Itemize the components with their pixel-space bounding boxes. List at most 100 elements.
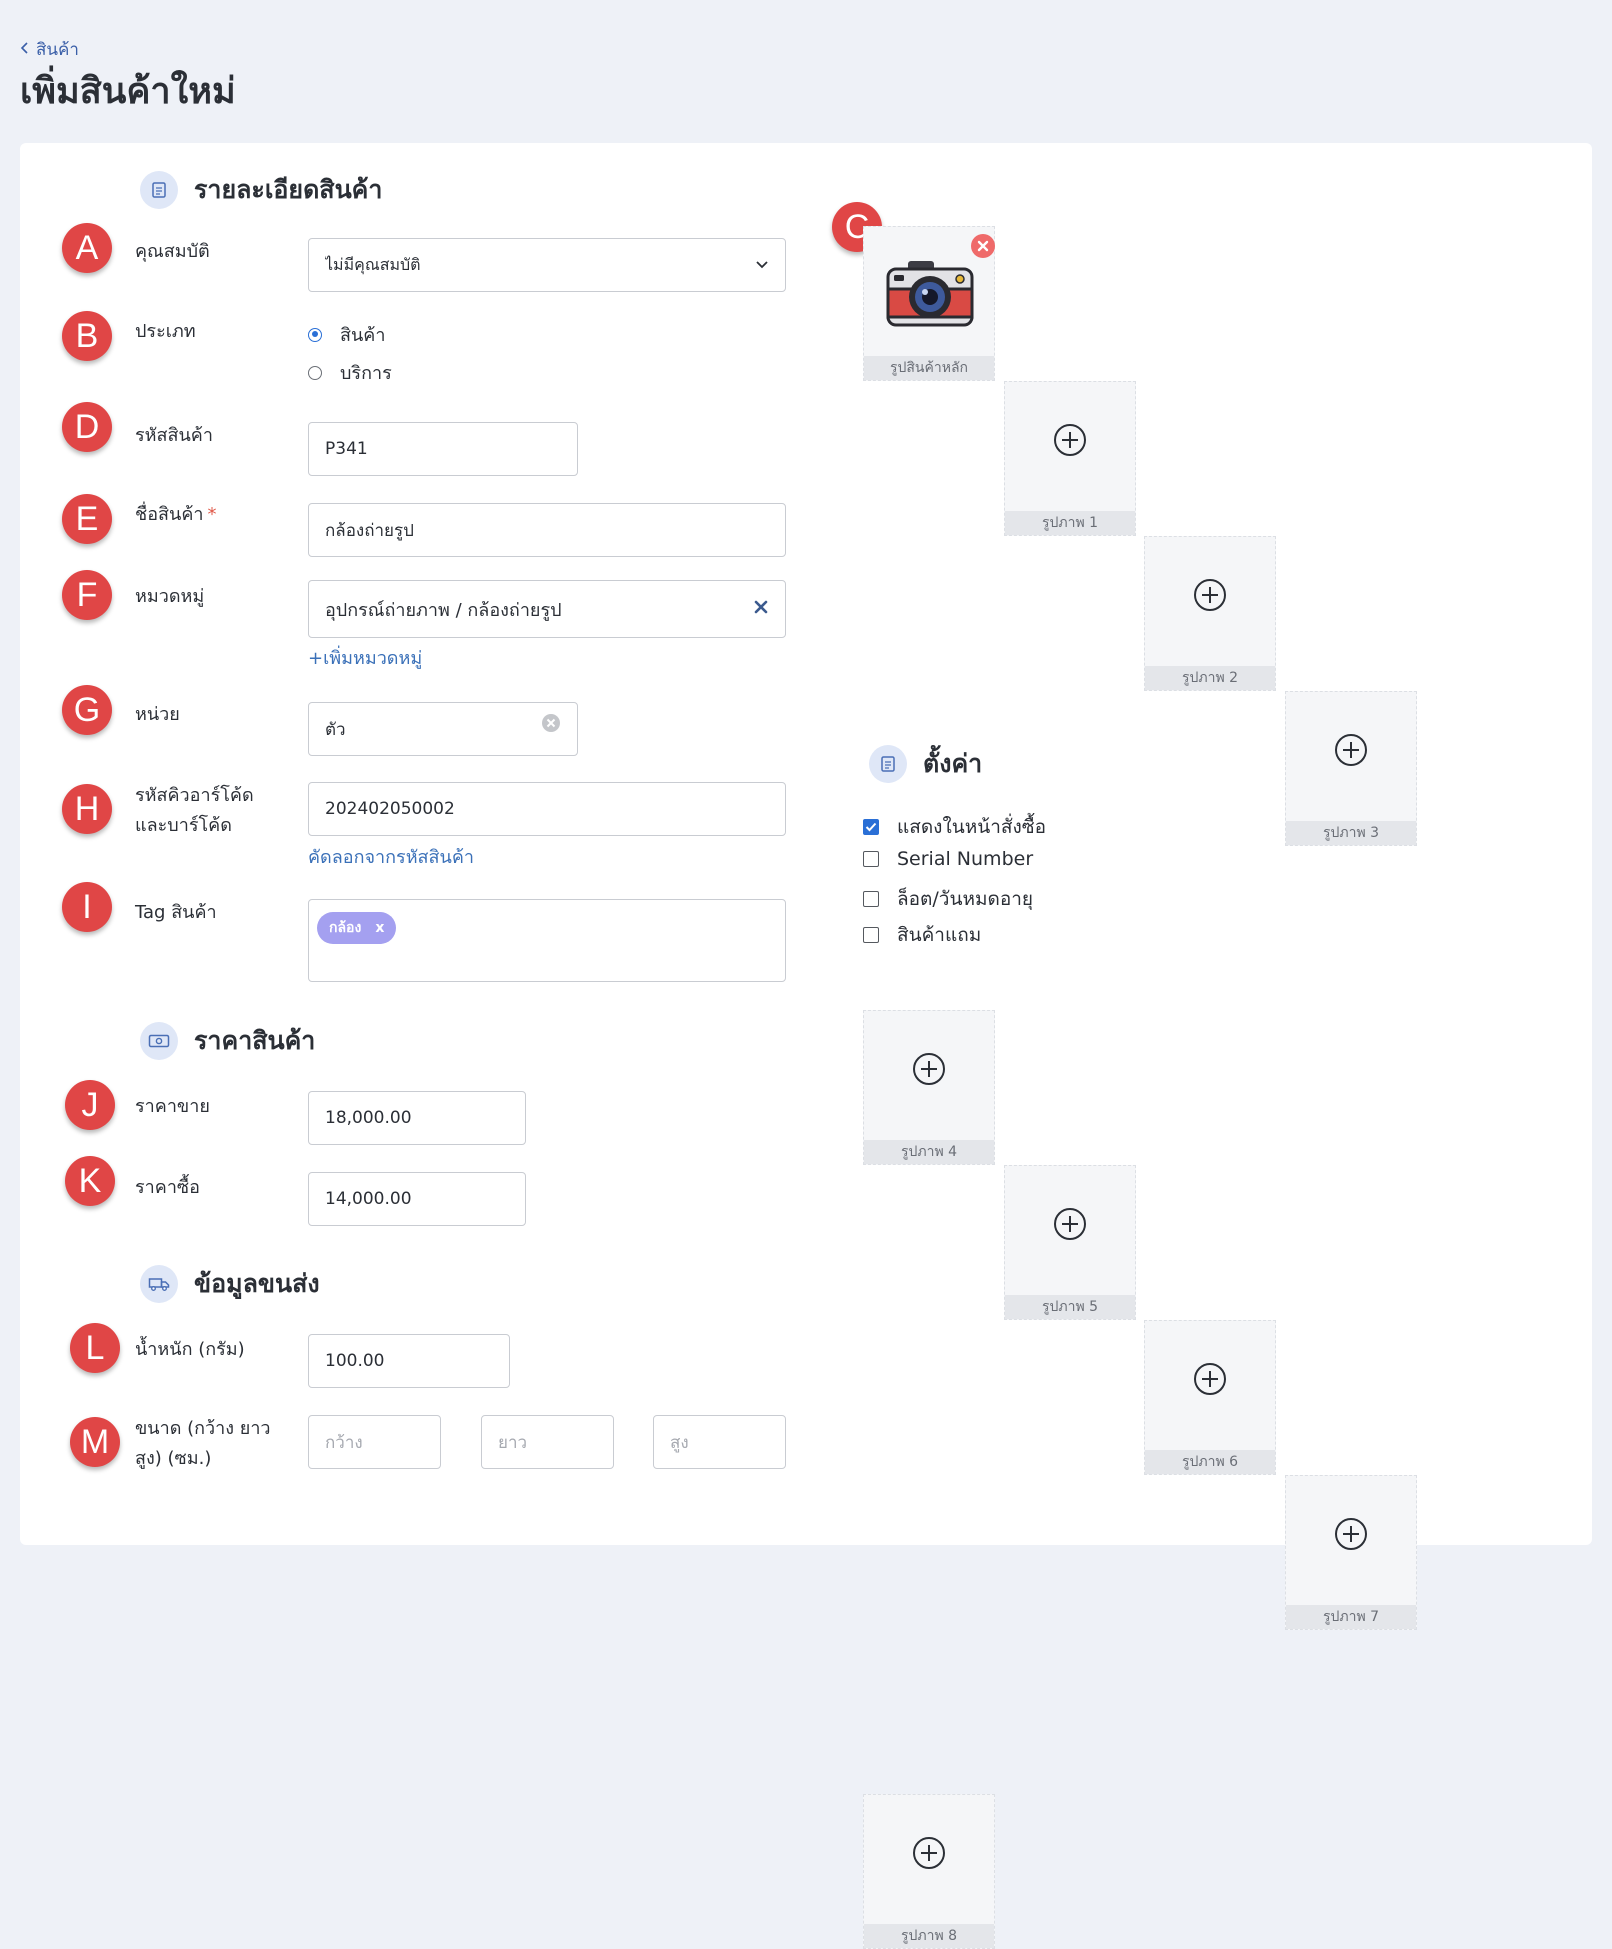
clear-circle-icon[interactable] [541,713,561,738]
barcode-input[interactable]: 202402050002 [308,782,786,836]
tag-chip-label: กล้อง [329,920,362,936]
sell-price-value: 18,000.00 [325,1108,412,1128]
section-shipping-header: ข้อมูลขนส่ง [140,1264,320,1304]
clear-icon[interactable] [753,599,769,620]
tags-label: Tag สินค้า [135,902,217,923]
unit-input-value: ตัว [325,719,346,740]
code-input-value: P341 [325,439,368,459]
type-option-service[interactable]: บริการ [308,358,392,387]
image-slot-6[interactable]: รูปภาพ 6 [1144,1320,1276,1475]
marker-k: K [65,1156,115,1206]
attribute-select[interactable]: ไม่มีคุณสมบัติ [308,238,786,292]
setting-label: แสดงในหน้าสั่งซื้อ [897,816,1047,838]
radio-checked-icon[interactable] [308,327,322,342]
add-image-icon[interactable] [1193,1362,1227,1400]
marker-g: G [62,685,112,735]
breadcrumb-label: สินค้า [36,40,79,60]
checkbox-checked-icon[interactable] [863,819,879,835]
code-input[interactable]: P341 [308,422,578,476]
setting-free-gift[interactable]: สินค้าแถม [863,920,981,950]
chevron-left-icon [20,40,30,60]
tag-remove-icon[interactable]: x [375,920,384,936]
add-image-icon[interactable] [1334,1517,1368,1555]
radio-unchecked-icon[interactable] [308,365,322,380]
name-input[interactable]: กล้องถ่ายรูป [308,503,786,557]
name-input-value: กล้องถ่ายรูป [325,520,414,541]
checkbox-unchecked-icon[interactable] [863,891,879,907]
image-slot-4[interactable]: รูปภาพ 4 [863,1010,995,1165]
add-image-icon[interactable] [1053,423,1087,461]
size-width-placeholder: กว้าง [325,1432,363,1453]
section-shipping-title: ข้อมูลขนส่ง [194,1269,320,1298]
type-option-product-label: สินค้า [340,325,386,346]
copy-from-code-link[interactable]: คัดลอกจากรหัสสินค้า [308,842,474,871]
weight-input-value: 100.00 [325,1351,385,1371]
sell-price-label: ราคาขาย [135,1096,210,1117]
marker-j: J [65,1080,115,1130]
setting-show-on-order[interactable]: แสดงในหน้าสั่งซื้อ [863,812,1046,842]
add-image-icon[interactable] [912,1836,946,1874]
image-slot-3[interactable]: รูปภาพ 3 [1285,691,1417,846]
setting-lot-expiry[interactable]: ล็อต/วันหมดอายุ [863,884,1033,914]
add-image-icon[interactable] [1193,578,1227,616]
size-height-placeholder: สูง [670,1432,689,1453]
type-option-product[interactable]: สินค้า [308,320,385,349]
weight-input[interactable]: 100.00 [308,1334,510,1388]
image-slot-2[interactable]: รูปภาพ 2 [1144,536,1276,691]
image-slot-7[interactable]: รูปภาพ 7 [1285,1475,1417,1630]
setting-serial-number[interactable]: Serial Number [863,848,1033,870]
image-slot-label: รูปภาพ 8 [864,1924,994,1948]
page-title: เพิ่มสินค้าใหม่ [20,71,236,112]
section-price-header: ราคาสินค้า [140,1021,315,1061]
image-slot-label: รูปภาพ 7 [1286,1605,1416,1629]
image-slot-1[interactable]: รูปภาพ 1 [1004,381,1136,536]
unit-input[interactable]: ตัว [308,702,578,756]
marker-h: H [62,784,112,834]
required-mark: * [207,504,217,525]
image-slot-8[interactable]: รูปภาพ 8 [863,1794,995,1949]
section-settings-title: ตั้งค่า [923,749,983,778]
size-length-input[interactable]: ยาว [481,1415,614,1469]
section-price-title: ราคาสินค้า [194,1026,316,1055]
type-label: ประเภท [135,321,196,342]
remove-image-icon[interactable] [970,233,996,263]
size-height-input[interactable]: สูง [653,1415,786,1469]
add-image-icon[interactable] [1053,1207,1087,1245]
weight-label: น้ำหนัก (กรัม) [135,1339,245,1360]
buy-price-value: 14,000.00 [325,1189,412,1209]
size-width-input[interactable]: กว้าง [308,1415,441,1469]
image-slot-5[interactable]: รูปภาพ 5 [1004,1165,1136,1320]
image-slot-label: รูปภาพ 1 [1005,511,1135,535]
section-settings-header: ตั้งค่า [869,744,982,784]
image-slot-label: รูปภาพ 2 [1145,666,1275,690]
add-category-link[interactable]: +เพิ่มหมวดหมู่ [308,643,422,672]
category-select[interactable]: อุปกรณ์ถ่ายภาพ / กล้องถ่ายรูป [308,580,786,638]
buy-price-label: ราคาซื้อ [135,1177,200,1198]
setting-label: Serial Number [897,848,1034,870]
marker-f: F [62,570,112,620]
add-image-icon[interactable] [1334,733,1368,771]
add-image-icon[interactable] [912,1052,946,1090]
sell-price-input[interactable]: 18,000.00 [308,1091,526,1145]
marker-b: B [62,311,112,361]
marker-a: A [62,223,112,273]
main-image-label: รูปสินค้าหลัก [864,356,994,380]
marker-l: L [70,1323,120,1373]
tag-chip: กล้อง x [317,912,397,944]
image-slot-label: รูปภาพ 4 [864,1140,994,1164]
document-icon [140,171,178,209]
tags-input[interactable]: กล้อง x [308,899,786,982]
barcode-input-value: 202402050002 [325,799,455,819]
buy-price-input[interactable]: 14,000.00 [308,1172,526,1226]
section-details-title: รายละเอียดสินค้า [194,175,383,204]
image-slot-label: รูปภาพ 6 [1145,1450,1275,1474]
main-image-slot[interactable]: รูปสินค้าหลัก [863,226,995,381]
marker-d: D [62,402,112,452]
setting-label: สินค้าแถม [897,924,982,946]
breadcrumb[interactable]: สินค้า [20,36,79,63]
money-icon [140,1022,178,1060]
truck-icon [140,1265,178,1303]
checkbox-unchecked-icon[interactable] [863,851,879,867]
checkbox-unchecked-icon[interactable] [863,927,879,943]
camera-image [884,255,976,335]
